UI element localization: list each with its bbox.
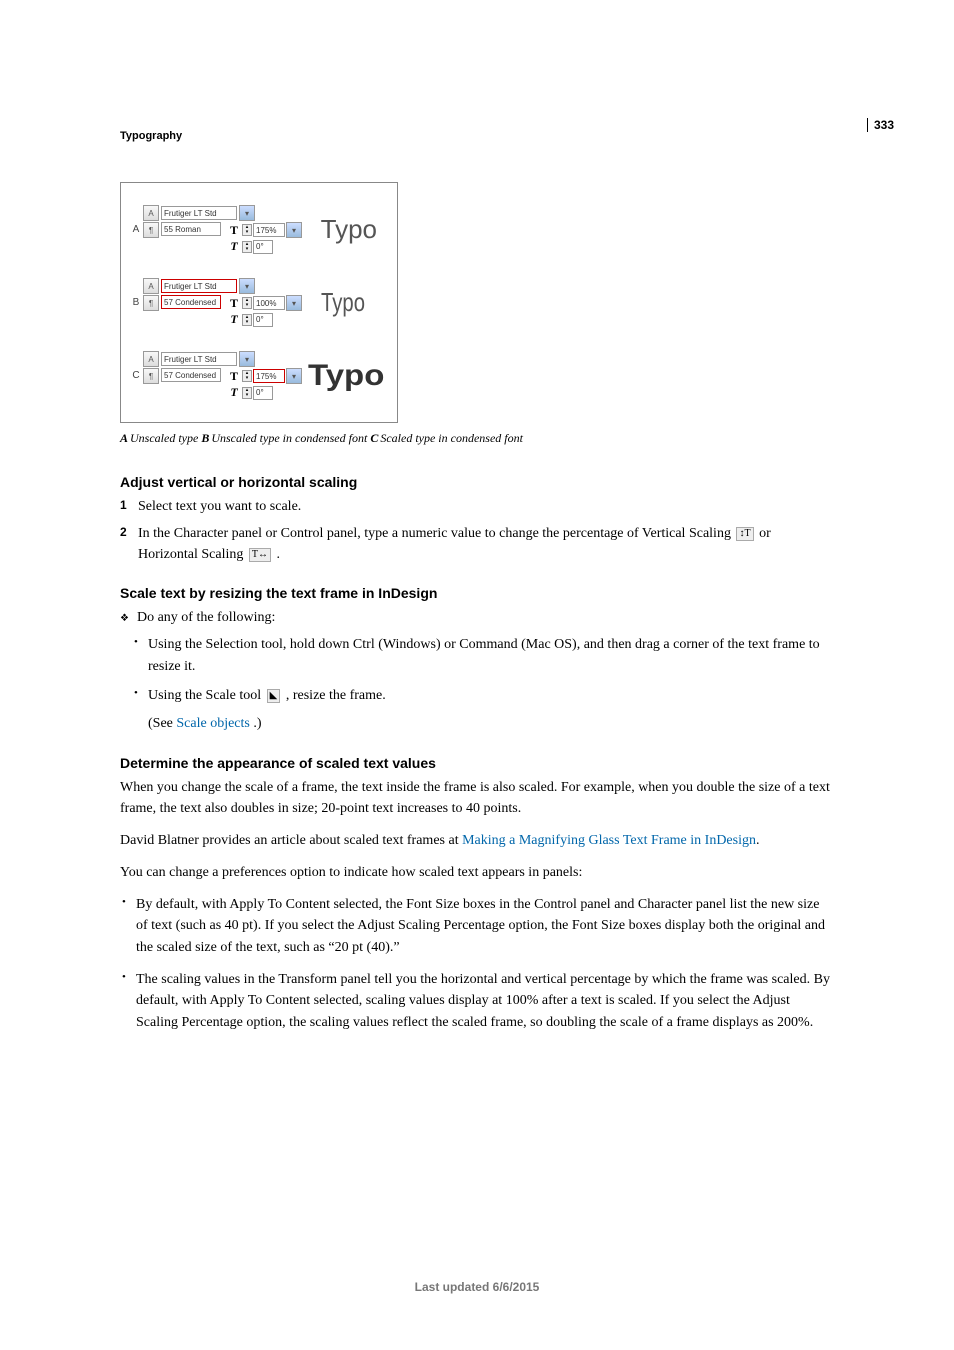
- figure-label-c: C: [129, 370, 143, 381]
- figure-label-b: B: [129, 297, 143, 308]
- skew-icon: T: [227, 312, 241, 327]
- dropdown-icon: ▾: [239, 351, 255, 367]
- char-style-icon: A: [143, 351, 159, 367]
- vscale-field: 175%: [253, 369, 285, 383]
- figure-row-c: C A Frutiger LT Std ▾ ¶ 57 Condensed T ▴…: [121, 339, 397, 412]
- pilcrow-icon: ¶: [143, 368, 159, 384]
- link-magnifying-glass[interactable]: Making a Magnifying Glass Text Frame in …: [462, 833, 756, 848]
- heading-scaled-text-values: Determine the appearance of scaled text …: [120, 755, 834, 771]
- bullet-selection-tool: Using the Selection tool, hold down Ctrl…: [148, 634, 834, 677]
- dropdown-icon: ▾: [239, 278, 255, 294]
- figure-label-a: A: [129, 224, 143, 235]
- see-text: (See: [148, 716, 176, 731]
- dropdown-icon: ▾: [286, 368, 302, 384]
- do-any-following: Do any of the following:: [120, 607, 834, 628]
- skew-field: 0°: [253, 240, 273, 254]
- spinner-icon: ▴▾: [242, 387, 252, 399]
- link-scale-objects[interactable]: Scale objects: [176, 716, 249, 731]
- footer-last-updated: Last updated 6/6/2015: [0, 1280, 954, 1294]
- caption-label-c: C: [370, 431, 378, 445]
- caption-text-c: Scaled type in condensed font: [380, 431, 523, 445]
- caption-text-a: Unscaled type: [130, 431, 201, 445]
- see-end: .): [250, 716, 262, 731]
- para-scale-frame: When you change the scale of a frame, th…: [120, 777, 834, 820]
- step-1-text: Select text you want to scale.: [138, 496, 301, 517]
- font-family-field: Frutiger LT Std: [161, 206, 237, 220]
- caption-text-b: Unscaled type in condensed font: [211, 431, 370, 445]
- page-number: 333: [867, 118, 894, 132]
- figure-row-a: A A Frutiger LT Std ▾ ¶ 55 Roman T ▴▾ 17…: [121, 193, 397, 266]
- scale-tool-icon: ◣: [267, 689, 281, 703]
- bullet-scale-text-a: Using the Scale tool: [148, 688, 265, 703]
- bullet-scale-text-b: , resize the frame.: [286, 688, 386, 703]
- spinner-icon: ▴▾: [242, 370, 252, 382]
- figure-scaling-examples: A A Frutiger LT Std ▾ ¶ 55 Roman T ▴▾ 17…: [120, 182, 398, 423]
- dropdown-icon: ▾: [286, 295, 302, 311]
- vscale-icon: T: [227, 296, 241, 311]
- pilcrow-icon: ¶: [143, 222, 159, 238]
- step-2-text-a: In the Character panel or Control panel,…: [138, 526, 734, 541]
- step-2-text-c: .: [276, 547, 280, 562]
- sample-text-a: Typo: [321, 214, 377, 245]
- skew-field: 0°: [253, 313, 273, 327]
- spinner-icon: ▴▾: [242, 241, 252, 253]
- step-1: 1Select text you want to scale.: [120, 496, 834, 517]
- bullet-apply-to-content: By default, with Apply To Content select…: [120, 894, 834, 959]
- skew-field: 0°: [253, 386, 273, 400]
- spinner-icon: ▴▾: [242, 297, 252, 309]
- font-family-field: Frutiger LT Std: [161, 279, 237, 293]
- bullet-transform-panel: The scaling values in the Transform pane…: [120, 969, 834, 1034]
- sample-text-b: Typo: [321, 287, 365, 318]
- sample-text-c: Typo: [308, 359, 384, 393]
- para-blatner: David Blatner provides an article about …: [120, 830, 834, 852]
- chapter-title: Typography: [120, 130, 834, 142]
- font-family-field: Frutiger LT Std: [161, 352, 237, 366]
- vscale-field: 100%: [253, 296, 285, 310]
- bullet-scale-tool: Using the Scale tool ◣ , resize the fram…: [148, 685, 834, 734]
- vscale-icon: T: [227, 223, 241, 238]
- pilcrow-icon: ¶: [143, 295, 159, 311]
- vscale-field: 175%: [253, 223, 285, 237]
- caption-label-a: A: [120, 431, 128, 445]
- para-preferences: You can change a preferences option to i…: [120, 862, 834, 884]
- char-style-icon: A: [143, 205, 159, 221]
- skew-icon: T: [227, 239, 241, 254]
- figure-row-b: B A Frutiger LT Std ▾ ¶ 57 Condensed T ▴…: [121, 266, 397, 339]
- char-style-icon: A: [143, 278, 159, 294]
- skew-icon: T: [227, 385, 241, 400]
- heading-adjust-scaling: Adjust vertical or horizontal scaling: [120, 474, 834, 490]
- font-style-field: 57 Condensed: [161, 368, 221, 382]
- figure-caption: AUnscaled type BUnscaled type in condens…: [120, 431, 834, 446]
- para-blatner-a: David Blatner provides an article about …: [120, 833, 462, 848]
- step-2: 2 In the Character panel or Control pane…: [120, 523, 834, 565]
- para-blatner-b: .: [756, 833, 760, 848]
- dropdown-icon: ▾: [239, 205, 255, 221]
- dropdown-icon: ▾: [286, 222, 302, 238]
- horizontal-scaling-icon: T↔: [249, 548, 271, 562]
- vertical-scaling-icon: ↕T: [736, 527, 753, 541]
- vscale-icon: T: [227, 369, 241, 384]
- spinner-icon: ▴▾: [242, 224, 252, 236]
- heading-scale-text-frame: Scale text by resizing the text frame in…: [120, 585, 834, 601]
- font-style-field: 57 Condensed: [161, 295, 221, 309]
- caption-label-b: B: [201, 431, 209, 445]
- spinner-icon: ▴▾: [242, 314, 252, 326]
- font-style-field: 55 Roman: [161, 222, 221, 236]
